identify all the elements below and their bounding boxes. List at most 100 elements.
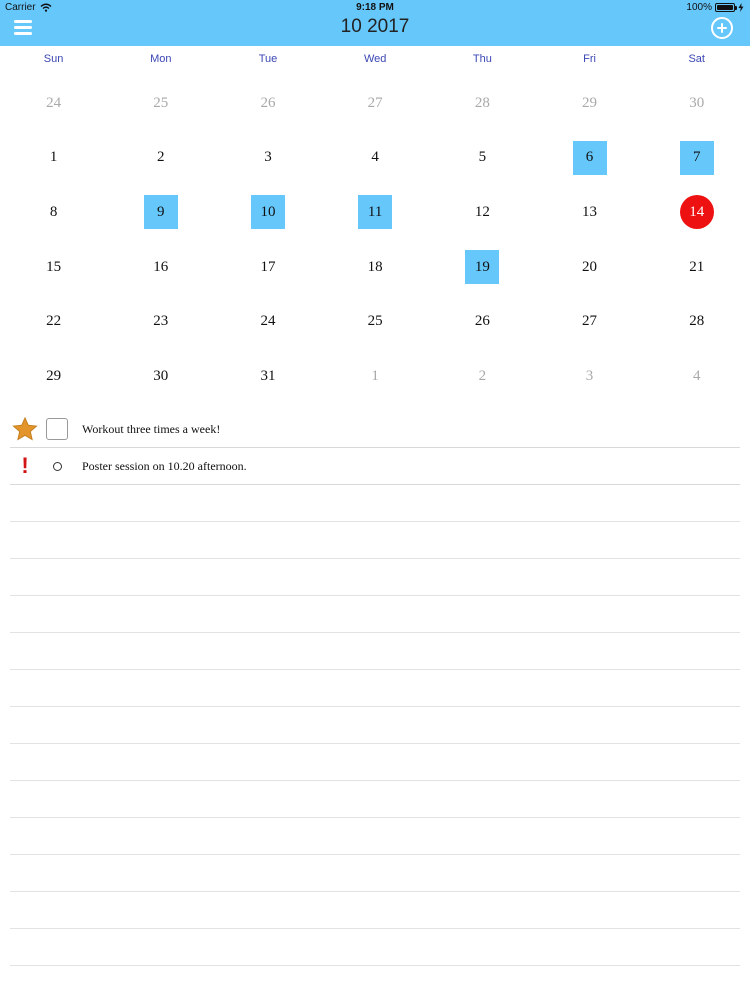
day-number: 4	[692, 367, 701, 384]
task-checkbox[interactable]	[46, 418, 68, 440]
day-cell[interactable]: 23	[107, 294, 214, 349]
day-number: 3	[264, 149, 272, 166]
day-cell[interactable]: 3	[536, 349, 643, 404]
weekday-header: Sun Mon Tue Wed Thu Fri Sat	[0, 53, 750, 69]
day-cell[interactable]: 16	[107, 240, 214, 295]
day-number: 25	[153, 94, 169, 111]
day-cell[interactable]: 4	[322, 131, 429, 186]
day-cell[interactable]: 24	[214, 294, 321, 349]
day-cell-event[interactable]: 6	[536, 131, 643, 186]
day-cell[interactable]: 15	[0, 240, 107, 295]
day-cell[interactable]: 26	[214, 76, 321, 131]
task-radio[interactable]	[52, 461, 62, 471]
day-number: 26	[260, 94, 276, 111]
empty-task-line[interactable]	[10, 892, 740, 929]
empty-task-line[interactable]	[10, 522, 740, 559]
day-cell[interactable]: 22	[0, 294, 107, 349]
empty-task-line[interactable]	[10, 596, 740, 633]
empty-task-line[interactable]	[10, 485, 740, 522]
day-number: 29	[582, 94, 598, 111]
day-cell[interactable]: 17	[214, 240, 321, 295]
day-cell[interactable]: 29	[536, 76, 643, 131]
empty-task-line[interactable]	[10, 559, 740, 596]
day-cell[interactable]: 13	[536, 185, 643, 240]
day-number: 1	[371, 367, 379, 384]
add-button[interactable]	[711, 17, 733, 39]
day-cell[interactable]: 18	[322, 240, 429, 295]
day-number: 24	[46, 94, 62, 111]
task-circle-wrap	[40, 461, 74, 471]
day-number: 26	[474, 313, 490, 330]
day-cell[interactable]: 28	[643, 294, 750, 349]
day-cell[interactable]: 21	[643, 240, 750, 295]
day-cell[interactable]: 28	[429, 76, 536, 131]
star-icon	[10, 417, 40, 441]
weekday-label: Fri	[583, 53, 596, 65]
day-cell[interactable]: 20	[536, 240, 643, 295]
empty-task-line[interactable]	[10, 633, 740, 670]
day-cell[interactable]: 24	[0, 76, 107, 131]
day-number: 2	[157, 149, 165, 166]
day-number: 25	[367, 313, 383, 330]
empty-task-line[interactable]	[10, 744, 740, 781]
task-checkbox-wrap	[40, 418, 74, 440]
day-number: 31	[260, 367, 276, 384]
day-number: 6	[572, 140, 607, 175]
weekday-label: Wed	[363, 53, 387, 65]
status-time: 9:18 PM	[356, 2, 394, 13]
day-number: 21	[689, 258, 705, 275]
day-cell-today[interactable]: 14	[643, 185, 750, 240]
weekday-label: Sun	[43, 53, 64, 65]
day-number: 10	[250, 195, 285, 230]
day-cell[interactable]: 5	[429, 131, 536, 186]
day-cell[interactable]: 8	[0, 185, 107, 240]
task-row[interactable]: Workout three times a week!	[10, 411, 740, 448]
day-cell-event[interactable]: 7	[643, 131, 750, 186]
day-cell[interactable]: 30	[643, 76, 750, 131]
day-number: 27	[582, 313, 598, 330]
day-cell[interactable]: 1	[0, 131, 107, 186]
day-number: 30	[153, 367, 169, 384]
day-cell[interactable]: 27	[322, 76, 429, 131]
day-cell[interactable]: 30	[107, 349, 214, 404]
day-number: 28	[689, 313, 705, 330]
day-number: 8	[49, 203, 58, 220]
day-number: 14	[679, 195, 714, 230]
day-number: 5	[478, 149, 487, 166]
day-number: 24	[260, 313, 276, 330]
empty-task-line[interactable]	[10, 670, 740, 707]
day-cell-event[interactable]: 9	[107, 185, 214, 240]
empty-task-line[interactable]	[10, 707, 740, 744]
empty-task-line[interactable]	[10, 855, 740, 892]
day-number: 27	[367, 94, 383, 111]
day-cell[interactable]: 29	[0, 349, 107, 404]
day-cell[interactable]: 12	[429, 185, 536, 240]
day-cell[interactable]: 25	[107, 76, 214, 131]
day-number: 30	[689, 94, 705, 111]
day-number: 7	[679, 140, 714, 175]
day-cell[interactable]: 1	[322, 349, 429, 404]
month-year-title: 10 2017	[340, 16, 410, 37]
day-cell[interactable]: 27	[536, 294, 643, 349]
day-cell-event[interactable]: 11	[322, 185, 429, 240]
day-number: 11	[358, 195, 393, 230]
day-cell[interactable]: 3	[214, 131, 321, 186]
day-cell-event[interactable]: 10	[214, 185, 321, 240]
day-number: 29	[46, 367, 62, 384]
day-cell[interactable]: 4	[643, 349, 750, 404]
day-number: 16	[153, 258, 169, 275]
day-cell[interactable]: 26	[429, 294, 536, 349]
task-row[interactable]: ! Poster session on 10.20 afternoon.	[10, 448, 740, 485]
day-cell[interactable]: 2	[429, 349, 536, 404]
day-number: 9	[143, 195, 178, 230]
day-number: 28	[474, 94, 490, 111]
day-cell[interactable]: 25	[322, 294, 429, 349]
day-cell[interactable]: 2	[107, 131, 214, 186]
empty-task-line[interactable]	[10, 929, 740, 966]
weekday-label: Thu	[472, 53, 492, 65]
day-cell-event[interactable]: 19	[429, 240, 536, 295]
day-cell[interactable]: 31	[214, 349, 321, 404]
empty-task-line[interactable]	[10, 781, 740, 818]
task-text: Poster session on 10.20 afternoon.	[82, 458, 247, 473]
empty-task-line[interactable]	[10, 818, 740, 855]
